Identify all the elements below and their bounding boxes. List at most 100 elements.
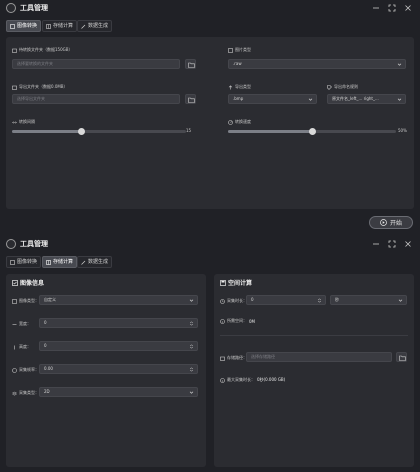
grid-icon: [46, 23, 51, 29]
app-title: 工具管理: [20, 4, 48, 12]
calc-image-type-select[interactable]: 自定义: [39, 295, 198, 305]
tab-data-generate[interactable]: 数据生成: [77, 256, 113, 268]
folder-open-icon: [188, 97, 195, 103]
framerate-text: 采集帧率：: [19, 367, 39, 372]
bitdepth-select[interactable]: 2D: [39, 387, 198, 397]
storage-path-input[interactable]: 选择存储路径: [246, 352, 392, 362]
width-value: 0: [44, 320, 47, 325]
tool-window-storage: 工具管理 图像转换 存储计算 数据生成 图像信息 图像类型： 自定义 宽度： 0…: [0, 236, 420, 472]
close-button[interactable]: [404, 4, 412, 12]
tab-label: 图像转换: [17, 259, 38, 265]
export-type-value: .bmp: [233, 96, 244, 101]
image-info-panel: 图像信息 图像类型： 自定义 宽度： 0 高度： 0 采集帧率： 0.00 采集…: [6, 274, 206, 467]
tab-data-generate[interactable]: 数据生成: [77, 20, 113, 32]
required-space-text: 所需空间：: [227, 318, 247, 323]
duration-unit-select[interactable]: 秒: [330, 295, 407, 305]
speedometer-icon: [228, 119, 233, 125]
pencil-icon: [81, 24, 86, 29]
tab-image-convert[interactable]: 图像转换: [6, 20, 42, 32]
image-icon: [228, 47, 233, 53]
output-folder-input[interactable]: 选择导出文件夹: [12, 94, 180, 104]
stepper-icon: [189, 344, 194, 349]
image-info-title-text: 图像信息: [20, 280, 45, 287]
interval-slider-fill: [12, 130, 82, 133]
clock-icon: [220, 298, 225, 304]
height-text: 高度：: [19, 344, 31, 349]
storage-path-text: 存储路径：: [227, 355, 247, 360]
image-icon: [10, 259, 15, 265]
browse-source-button[interactable]: [185, 59, 196, 69]
duration-stepper[interactable]: 0: [246, 295, 326, 305]
interval-slider[interactable]: [12, 128, 186, 135]
tab-image-convert[interactable]: 图像转换: [6, 256, 42, 268]
width-icon: [12, 323, 17, 325]
maximize-button[interactable]: [388, 240, 396, 248]
export-type-select[interactable]: .bmp: [228, 94, 317, 104]
browse-output-button[interactable]: [185, 94, 196, 104]
space-calc-title: 空间计算: [220, 278, 252, 287]
tab-label: 数据生成: [88, 259, 109, 265]
calc-image-type-value: 自定义: [44, 297, 56, 302]
speed-label: 转换速度: [228, 119, 251, 125]
stepper-icon: [189, 367, 194, 372]
image-info-icon: [12, 279, 18, 286]
naming-rule-select[interactable]: 原文件名_left_... right_...: [327, 94, 406, 104]
tab-label: 数据生成: [88, 23, 109, 29]
info-icon: [220, 377, 225, 383]
height-value: 0: [44, 343, 47, 348]
tab-label: 存储计算: [53, 259, 74, 265]
stepper-icon: [189, 321, 194, 326]
stepper-icon: [317, 298, 322, 303]
required-space-value: 0M: [249, 318, 255, 324]
chevron-down-icon: [397, 63, 402, 66]
chevron-down-icon: [189, 391, 194, 394]
speed-slider-handle[interactable]: [308, 128, 316, 135]
max-duration-label: 最大采集时长： 0秒(0.000 GB): [220, 377, 285, 383]
tab-storage-calc[interactable]: 存储计算: [42, 20, 78, 32]
height-stepper[interactable]: 0: [39, 341, 198, 351]
naming-rule-value: 原文件名_left_... right_...: [332, 96, 379, 101]
speed-slider[interactable]: [228, 128, 396, 135]
output-folder-text: 导出文件夹（数据0.0MB）: [19, 84, 68, 89]
framerate-icon: [12, 367, 17, 373]
chevron-down-icon: [397, 98, 402, 101]
tab-label: 存储计算: [53, 23, 74, 29]
folder-icon: [12, 48, 17, 53]
start-label: 开始: [389, 220, 402, 227]
source-folder-input[interactable]: 选择要转换的文件夹: [12, 59, 180, 69]
duration-label: 采集时长：: [220, 298, 247, 304]
minimize-button[interactable]: [372, 240, 380, 248]
bitdepth-text: 采集类型：: [19, 390, 39, 395]
pencil-icon: [81, 260, 86, 265]
export-icon: [228, 84, 233, 89]
width-label: 宽度：: [12, 321, 31, 327]
export-type-text: 导出类型: [235, 84, 251, 89]
start-button[interactable]: 开始: [369, 216, 413, 229]
calc-image-type-text: 图像类型：: [19, 298, 39, 303]
bitdepth-label: 采集类型：: [12, 390, 39, 396]
width-stepper[interactable]: 0: [39, 318, 198, 328]
tab-storage-calc[interactable]: 存储计算: [42, 256, 78, 268]
naming-rule-label: 导出命名规则: [327, 84, 358, 90]
framerate-stepper[interactable]: 0.00: [39, 364, 198, 374]
minimize-button[interactable]: [372, 4, 380, 12]
required-space-label: 所需空间： 0M: [220, 318, 255, 324]
title-bar: 工具管理: [0, 236, 420, 253]
speed-text: 转换速度: [235, 119, 251, 124]
source-folder-label: 待转换文件夹（数据150GB）: [12, 47, 72, 53]
app-title: 工具管理: [20, 240, 48, 248]
naming-rule-text: 导出命名规则: [334, 84, 358, 89]
title-bar: 工具管理: [0, 0, 420, 17]
browse-path-button[interactable]: [396, 352, 407, 362]
height-icon: [14, 345, 15, 349]
output-folder-label: 导出文件夹（数据0.0MB）: [12, 84, 68, 90]
image-type-select[interactable]: .raw: [228, 59, 406, 69]
folder-open-icon: [399, 355, 406, 361]
close-button[interactable]: [404, 240, 412, 248]
interval-slider-handle[interactable]: [78, 128, 86, 135]
duration-unit-value: 秒: [335, 297, 339, 302]
bitdepth-value: 2D: [44, 389, 50, 394]
maximize-button[interactable]: [388, 4, 396, 12]
image-icon: [12, 298, 17, 304]
space-calc-title-text: 空间计算: [228, 280, 253, 287]
